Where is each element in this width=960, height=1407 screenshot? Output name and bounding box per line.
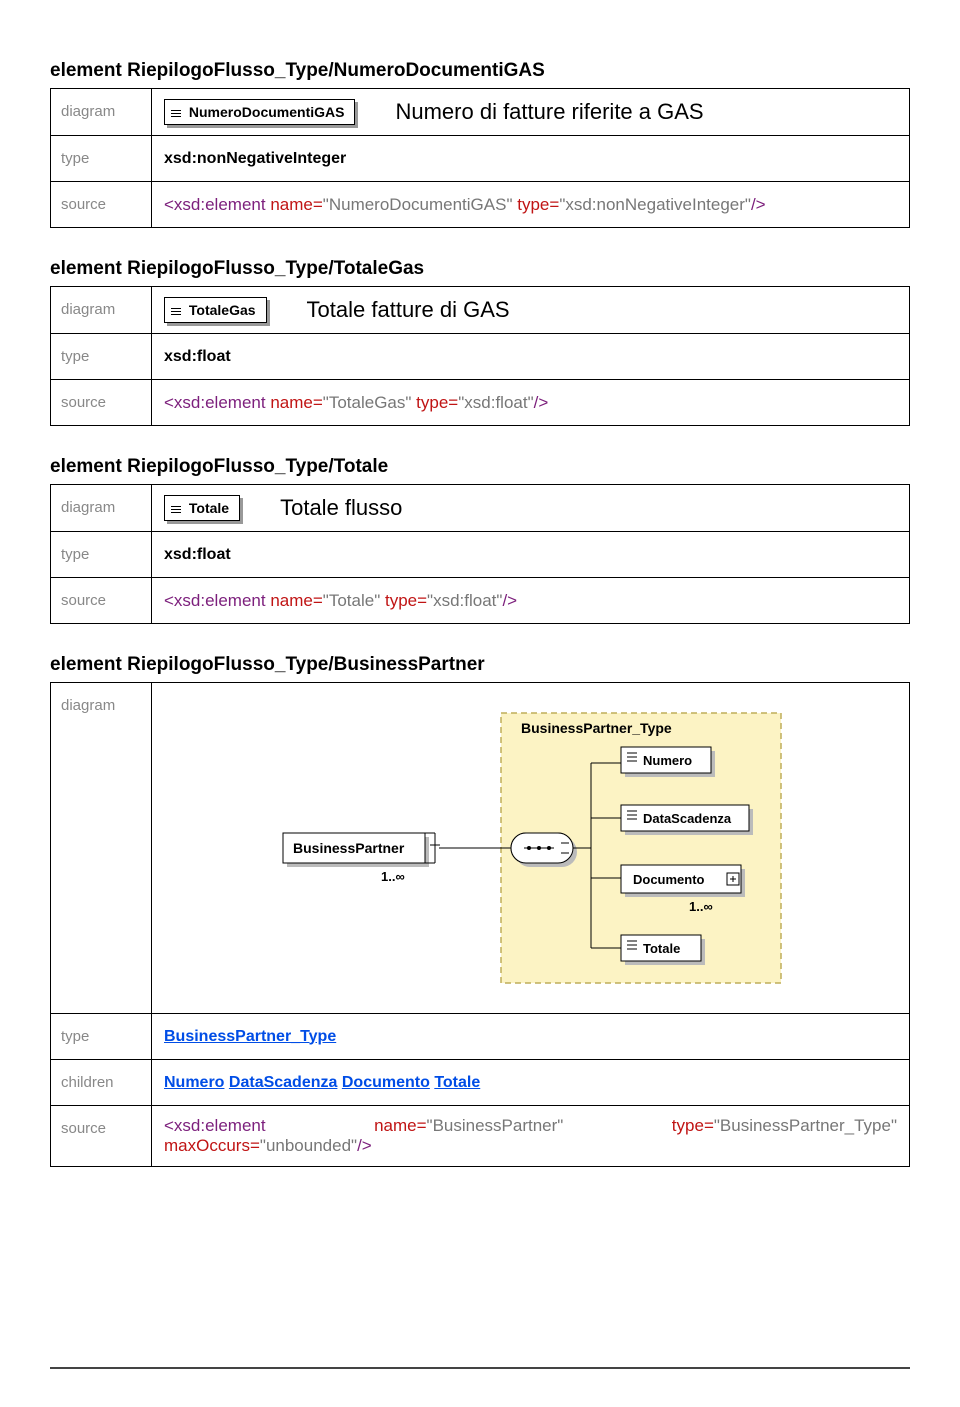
section-heading-1: element RiepilogoFlusso_Type/NumeroDocum…: [50, 60, 910, 82]
row-label-source: source: [51, 1106, 152, 1167]
type-value: BusinessPartner_Type: [152, 1014, 910, 1060]
row-label-type: type: [51, 1014, 152, 1060]
xsd-element-box: Totale: [164, 495, 240, 521]
box-label: NumeroDocumentiGAS: [189, 104, 345, 120]
row-label-diagram: diagram: [51, 89, 152, 136]
description-text: Totale flusso: [280, 495, 402, 521]
svg-text:Numero: Numero: [643, 753, 692, 768]
row-label-type: type: [51, 136, 152, 182]
source-value: <xsd:element name="TotaleGas" type="xsd:…: [152, 380, 910, 426]
child-link[interactable]: Documento: [342, 1074, 430, 1091]
root-element-box: BusinessPartner 1..∞: [283, 833, 440, 884]
row-label-children: children: [51, 1060, 152, 1106]
heading-name: RiepilogoFlusso_Type/NumeroDocumentiGAS: [127, 60, 545, 81]
diagram-cell: NumeroDocumentiGAS Numero di fatture rif…: [152, 89, 910, 136]
source-value: <xsd:element name="Totale" type="xsd:flo…: [152, 578, 910, 624]
child-link[interactable]: Totale: [434, 1074, 480, 1091]
section-heading-3: element RiepilogoFlusso_Type/Totale: [50, 456, 910, 478]
tok-el: <xsd:element: [164, 195, 266, 214]
xsd-element-box: TotaleGas: [164, 297, 267, 323]
heading-name: RiepilogoFlusso_Type/BusinessPartner: [127, 654, 485, 675]
row-label-source: source: [51, 578, 152, 624]
svg-text:BusinessPartner: BusinessPartner: [293, 840, 405, 856]
xsd-schema-diagram: BusinessPartner_Type BusinessPartner 1..…: [271, 703, 791, 993]
row-label-source: source: [51, 380, 152, 426]
xsd-element-box: NumeroDocumentiGAS: [164, 99, 355, 125]
row-label-type: type: [51, 334, 152, 380]
type-value: xsd:float: [152, 532, 910, 578]
type-value: xsd:float: [152, 334, 910, 380]
svg-text:Totale: Totale: [643, 941, 680, 956]
def-table-3: diagram Totale Totale flusso type xsd:fl…: [50, 484, 910, 624]
tok-val: "NumeroDocumentiGAS": [323, 195, 513, 214]
heading-prefix: element: [50, 456, 127, 477]
svg-text:DataScadenza: DataScadenza: [643, 811, 732, 826]
sequence-compositor: [511, 833, 577, 867]
child-link[interactable]: DataScadenza: [229, 1074, 338, 1091]
svg-text:Documento: Documento: [633, 872, 705, 887]
heading-prefix: element: [50, 258, 127, 279]
children-links: Numero DataScadenza Documento Totale: [152, 1060, 910, 1106]
heading-name: RiepilogoFlusso_Type/TotaleGas: [127, 258, 424, 279]
section-heading-bp: element RiepilogoFlusso_Type/BusinessPar…: [50, 654, 910, 676]
def-table-2: diagram TotaleGas Totale fatture di GAS …: [50, 286, 910, 426]
row-label-diagram: diagram: [51, 683, 152, 1014]
def-table-1: diagram NumeroDocumentiGAS Numero di fat…: [50, 88, 910, 228]
description-text: Totale fatture di GAS: [307, 297, 510, 323]
row-label-diagram: diagram: [51, 485, 152, 532]
diagram-title: BusinessPartner_Type: [521, 720, 672, 736]
diagram-cell: TotaleGas Totale fatture di GAS: [152, 287, 910, 334]
type-link[interactable]: BusinessPartner_Type: [164, 1028, 336, 1045]
row-label-diagram: diagram: [51, 287, 152, 334]
box-label: TotaleGas: [189, 302, 256, 318]
element-lines-icon: [171, 306, 181, 317]
description-text: Numero di fatture riferite a GAS: [395, 99, 703, 125]
footer-rule: [50, 1367, 910, 1369]
type-value: xsd:nonNegativeInteger: [152, 136, 910, 182]
child-link[interactable]: Numero: [164, 1074, 224, 1091]
svg-text:1..∞: 1..∞: [381, 869, 405, 884]
def-table-bp: diagram BusinessPartner_Type BusinessPar…: [50, 682, 910, 1167]
tok-attr: type: [517, 195, 549, 214]
diagram-cell: BusinessPartner_Type BusinessPartner 1..…: [152, 683, 910, 1014]
box-label: Totale: [189, 500, 229, 516]
tok-close: />: [751, 195, 766, 214]
heading-prefix: element: [50, 60, 127, 81]
heading-name: RiepilogoFlusso_Type/Totale: [127, 456, 388, 477]
tok-val: "xsd:nonNegativeInteger": [559, 195, 751, 214]
row-label-source: source: [51, 182, 152, 228]
section-heading-2: element RiepilogoFlusso_Type/TotaleGas: [50, 258, 910, 280]
element-lines-icon: [171, 504, 181, 515]
diagram-cell: Totale Totale flusso: [152, 485, 910, 532]
row-label-type: type: [51, 532, 152, 578]
tok-attr: name: [270, 195, 313, 214]
svg-text:1..∞: 1..∞: [689, 899, 713, 914]
source-value: <xsd:element name="NumeroDocumentiGAS" t…: [152, 182, 910, 228]
element-lines-icon: [171, 108, 181, 119]
source-value: <xsd:element name="BusinessPartner" type…: [152, 1106, 910, 1167]
heading-prefix: element: [50, 654, 127, 675]
